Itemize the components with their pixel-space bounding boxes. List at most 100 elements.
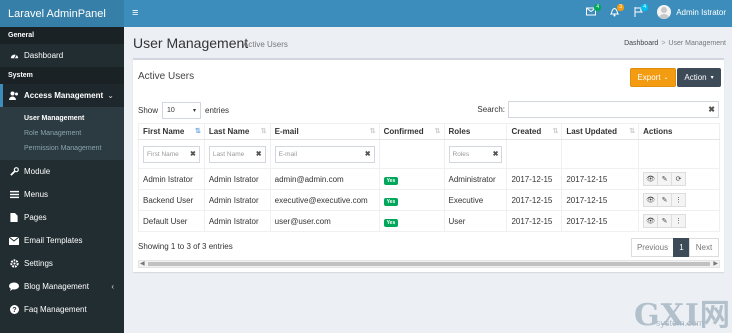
cell-updated: 2017-12-15 <box>561 168 640 190</box>
wrench-icon <box>9 167 19 177</box>
sidebar-subitem-user-management[interactable]: User Management <box>0 111 124 126</box>
sidebar-toggle-icon[interactable]: ≡ <box>132 7 138 19</box>
sidebar-item-settings[interactable]: Settings <box>0 252 124 275</box>
action-label: Action <box>684 73 707 82</box>
edit-pencil-icon[interactable]: ✎ <box>657 214 673 228</box>
sidebar-item-module[interactable]: Module <box>0 160 124 183</box>
cell-last-name: Admin Istrator <box>203 210 271 232</box>
clear-icon[interactable]: ✖ <box>365 150 371 158</box>
view-eye-icon[interactable]: 👁 <box>643 193 659 207</box>
view-eye-icon[interactable]: 👁 <box>643 172 659 186</box>
users-table: First Name ⇅ Last Name ⇅ E-mail ⇅ Confirmed… <box>138 123 720 232</box>
table-row: Default User Admin Istrator user@user.co… <box>138 210 720 232</box>
envelope-icon <box>9 236 19 246</box>
column-header-roles[interactable]: Roles <box>443 123 508 140</box>
scroll-left-icon[interactable]: ◀ <box>140 260 145 267</box>
commenting-icon <box>9 282 19 292</box>
sidebar-item-access-management[interactable]: Access Management ⌄ <box>0 84 124 107</box>
caret-down-icon: ⌄ <box>663 75 669 81</box>
notifications-bell-icon[interactable]: 3 <box>609 4 624 20</box>
sidebar-item-pages[interactable]: Pages <box>0 206 124 229</box>
cell-updated: 2017-12-15 <box>561 210 640 232</box>
sort-icon: ⇅ <box>260 128 267 135</box>
users-icon <box>9 91 19 101</box>
sort-asc-icon: ⇅ <box>194 128 201 135</box>
column-header-confirmed[interactable]: Confirmed ⇅ <box>378 123 445 140</box>
sidebar-item-label: Access Management <box>24 91 104 100</box>
table-info: Showing 1 to 3 of 3 entries <box>138 242 233 251</box>
previous-page-button[interactable]: Previous <box>631 238 674 257</box>
cell-last-name: Admin Istrator <box>203 189 271 211</box>
cell-updated: 2017-12-15 <box>561 189 640 211</box>
section-system: System <box>0 67 124 84</box>
watermark-text: system.com <box>656 318 705 328</box>
cell-created: 2017-12-15 <box>506 210 563 232</box>
sort-icon: ⇅ <box>629 128 636 135</box>
flag-icon[interactable]: 4 <box>634 4 648 20</box>
cell-created: 2017-12-15 <box>506 189 563 211</box>
menu-icon <box>9 190 19 200</box>
column-header-last-name[interactable]: Last Name ⇅ <box>203 123 271 140</box>
sidebar-item-email-templates[interactable]: Email Templates <box>0 229 124 252</box>
column-header-last-updated[interactable]: Last Updated ⇅ <box>561 123 640 140</box>
clear-icon[interactable]: ✖ <box>256 150 262 158</box>
active-users-box: Active Users Export ⌄ Action ▾ Show 10 ▾… <box>133 58 724 272</box>
scroll-right-icon[interactable]: ▶ <box>713 260 718 267</box>
sidebar-item-label: Module <box>24 167 51 176</box>
edit-pencil-icon[interactable]: ✎ <box>657 172 673 186</box>
column-header-created[interactable]: Created ⇅ <box>506 123 563 140</box>
first-name-filter-input[interactable]: First Name ✖ <box>143 145 200 163</box>
cell-email: user@user.com <box>269 210 380 232</box>
cell-first-name: Admin Istrator <box>138 168 205 190</box>
column-header-email[interactable]: E-mail ⇅ <box>269 123 380 140</box>
sidebar-subitem-role-management[interactable]: Role Management <box>0 126 124 141</box>
sidebar-item-faq-management[interactable]: ? Faq Management <box>0 298 124 321</box>
email-filter-input[interactable]: E-mail ✖ <box>274 145 375 163</box>
more-vertical-icon[interactable]: ⋮ <box>671 193 687 207</box>
page-length-select[interactable]: 10 ▾ <box>162 102 202 119</box>
sidebar-item-label: Settings <box>24 259 53 268</box>
export-button[interactable]: Export ⌄ <box>630 68 676 87</box>
sidebar-item-dashboard[interactable]: Dashboard <box>0 44 124 67</box>
search-input[interactable]: ✖ <box>508 101 719 118</box>
horizontal-scrollbar[interactable]: ◀ ▶ <box>138 260 720 268</box>
more-vertical-icon[interactable]: ⋮ <box>671 214 687 228</box>
messages-icon[interactable]: 4 <box>586 4 601 19</box>
sidebar-item-label: Email Templates <box>24 236 83 245</box>
clear-search-icon[interactable]: ✖ <box>708 105 715 114</box>
dashboard-icon <box>9 51 19 61</box>
chevron-down-icon: ⌄ <box>107 91 114 100</box>
page-title: User Management <box>133 35 249 51</box>
user-name: Admin Istrator <box>676 7 726 17</box>
brand-logo[interactable]: Laravel AdminPanel <box>0 0 124 27</box>
sidebar-subitem-permission-management[interactable]: Permission Management <box>0 141 124 156</box>
action-button[interactable]: Action ▾ <box>677 68 721 87</box>
file-icon <box>9 213 19 223</box>
confirmed-badge: Yes <box>383 176 399 185</box>
last-name-filter-input[interactable]: Last Name ✖ <box>208 145 266 163</box>
next-page-button[interactable]: Next <box>689 238 719 257</box>
breadcrumb: Dashboard > User Management <box>624 40 726 47</box>
question-circle-icon: ? <box>9 305 19 315</box>
sidebar-item-blog-management[interactable]: Blog Management ‹ <box>0 275 124 298</box>
breadcrumb-dashboard[interactable]: Dashboard <box>624 40 658 47</box>
user-menu[interactable]: Admin Istrator <box>657 5 726 19</box>
sidebar-item-label: Faq Management <box>24 305 87 314</box>
sidebar-item-menus[interactable]: Menus <box>0 183 124 206</box>
scrollbar-thumb[interactable] <box>148 262 710 266</box>
edit-pencil-icon[interactable]: ✎ <box>657 193 673 207</box>
clear-icon[interactable]: ✖ <box>190 150 196 158</box>
page-1-button[interactable]: 1 <box>673 238 690 257</box>
column-header-first-name[interactable]: First Name ⇅ <box>138 123 205 140</box>
view-eye-icon[interactable]: 👁 <box>643 214 659 228</box>
refresh-icon[interactable]: ⟳ <box>671 172 687 186</box>
sort-icon: ⇅ <box>434 128 441 135</box>
table-row: Admin Istrator Admin Istrator admin@admi… <box>138 168 720 190</box>
notifications-badge: 3 <box>617 4 624 11</box>
box-title: Active Users <box>138 71 195 82</box>
roles-filter-input[interactable]: Roles ✖ <box>448 145 503 163</box>
tasks-badge: 4 <box>641 4 648 11</box>
cell-role: Administrator <box>443 168 508 190</box>
clear-icon[interactable]: ✖ <box>493 150 499 158</box>
cell-role: User <box>443 210 508 232</box>
